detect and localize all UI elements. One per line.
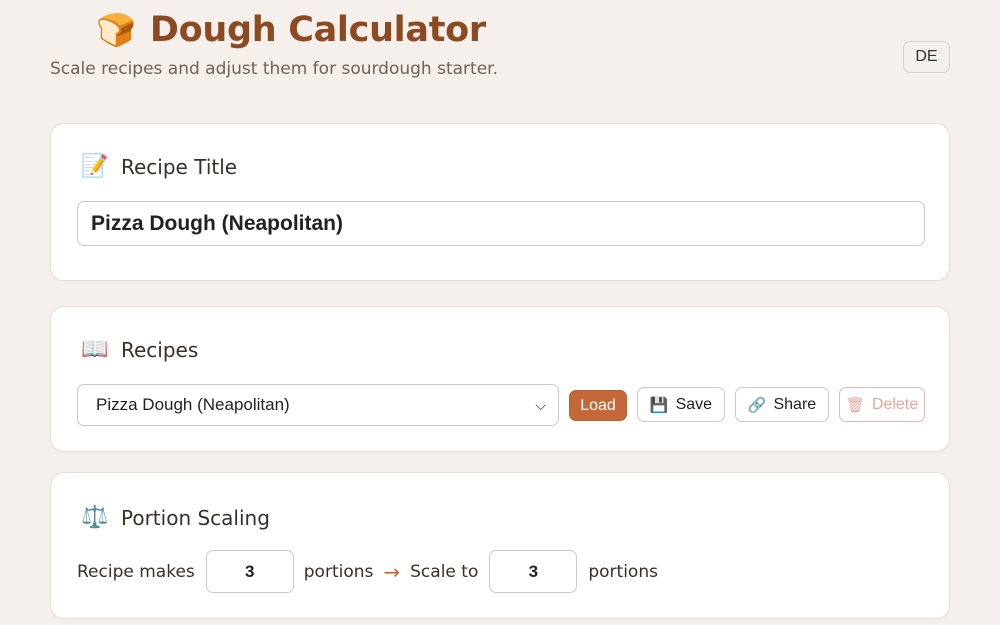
portions-label: portions <box>303 561 374 582</box>
portions-label: portions <box>588 561 658 582</box>
scale-to-label: Scale to <box>410 561 479 582</box>
share-button[interactable]: 🔗 Share <box>735 387 829 422</box>
app-header: 🍞 Dough Calculator <box>96 8 486 52</box>
recipe-select[interactable]: Pizza Dough (Neapolitan) ⌵ <box>77 384 559 426</box>
recipes-card: 📖 Recipes Pizza Dough (Neapolitan) ⌵ Loa… <box>50 306 950 452</box>
recipe-makes-label: Recipe makes <box>77 561 195 582</box>
share-label: Share <box>773 395 817 413</box>
card-header: 📝 Recipe Title <box>81 154 237 179</box>
card-header: 📖 Recipes <box>81 337 198 362</box>
load-button[interactable]: Load <box>569 390 627 421</box>
card-heading: Recipes <box>121 337 199 362</box>
book-icon: 📖 <box>81 337 109 362</box>
portion-row: Recipe makes 3 portions → Scale to 3 por… <box>77 550 658 593</box>
floppy-disk-icon: 💾 <box>649 396 669 414</box>
portion-scaling-card: ⚖️ Portion Scaling Recipe makes 3 portio… <box>50 472 950 619</box>
load-label: Load <box>580 396 616 414</box>
card-heading: Recipe Title <box>121 154 238 179</box>
delete-button[interactable]: 🗑 Delete <box>839 387 925 422</box>
arrow-right-icon: → <box>383 559 401 584</box>
target-portions-input[interactable]: 3 <box>489 550 578 593</box>
recipe-title-card: 📝 Recipe Title Pizza Dough (Neapolitan) <box>50 123 950 281</box>
page: 🍞 Dough Calculator Scale recipes and adj… <box>0 0 1000 625</box>
chevron-down-icon: ⌵ <box>535 397 546 413</box>
bread-icon: 🍞 <box>96 11 136 49</box>
memo-icon: 📝 <box>81 154 109 179</box>
language-toggle-button[interactable]: DE <box>903 41 950 73</box>
card-heading: Portion Scaling <box>121 505 270 530</box>
recipe-portions-input[interactable]: 3 <box>205 550 294 593</box>
link-icon: 🔗 <box>747 396 767 414</box>
save-label: Save <box>675 395 713 413</box>
app-subtitle: Scale recipes and adjust them for sourdo… <box>50 59 499 79</box>
balance-scale-icon: ⚖️ <box>81 505 109 530</box>
trash-icon: 🗑 <box>845 396 865 414</box>
delete-label: Delete <box>871 395 919 413</box>
card-header: ⚖️ Portion Scaling <box>81 505 270 530</box>
recipe-title-input[interactable]: Pizza Dough (Neapolitan) <box>77 201 925 246</box>
save-button[interactable]: 💾 Save <box>637 387 725 422</box>
selected-recipe: Pizza Dough (Neapolitan) <box>96 395 290 414</box>
app-title: Dough Calculator <box>149 10 486 50</box>
